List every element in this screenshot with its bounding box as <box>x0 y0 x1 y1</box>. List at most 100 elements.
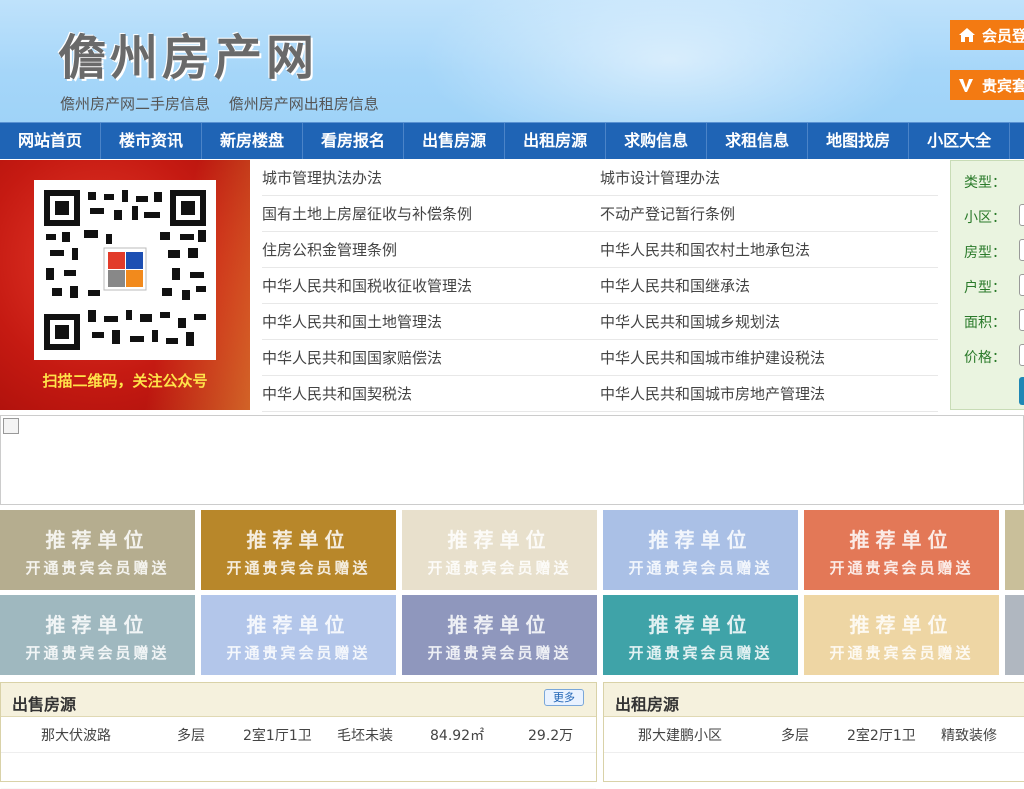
law-row: 国有土地上房屋征收与补偿条例 不动产登记暂行条例 <box>262 196 938 232</box>
community-input[interactable] <box>1019 204 1024 226</box>
law-row: 中华人民共和国税收征收管理法 中华人民共和国继承法 <box>262 268 938 304</box>
recommend-title: 推荐单位 <box>648 528 753 552</box>
listing-area: 84.92㎡ <box>430 727 485 744</box>
member-login-button[interactable]: 会员登 <box>950 20 1024 50</box>
nav-news[interactable]: 楼市资讯 <box>101 123 203 159</box>
search-panel: 类型： 小区： 房型： 户型： 面积： 价格： <box>950 160 1024 410</box>
sale-panel-header: 出售房源 更多 <box>1 683 596 717</box>
broken-image-icon <box>3 418 19 434</box>
law-row: 中华人民共和国土地管理法 中华人民共和国城乡规划法 <box>262 304 938 340</box>
recommend-title: 推荐单位 <box>246 613 351 637</box>
recommend-title: 推荐单位 <box>849 528 954 552</box>
rent-listings-panel: 出租房源 那大建鹏小区 多层 2室2厅1卫 精致装修 <box>603 682 1024 782</box>
recommend-subtitle: 开通贵宾会员赠送 <box>25 644 170 662</box>
law-link[interactable]: 中华人民共和国城市房地产管理法 <box>600 383 938 404</box>
layout-select[interactable] <box>1019 274 1024 296</box>
nav-wanted-buy[interactable]: 求购信息 <box>606 123 708 159</box>
recommend-subtitle: 开通贵宾会员赠送 <box>628 559 773 577</box>
law-link[interactable]: 中华人民共和国税收征收管理法 <box>262 275 600 296</box>
recommend-slot[interactable]: 推荐单位 开通贵宾会员赠送 <box>402 595 597 675</box>
nav-communities[interactable]: 小区大全 <box>909 123 1011 159</box>
recommend-slot[interactable]: 推荐单位 开通贵宾会员赠送 <box>402 510 597 590</box>
listing-location[interactable]: 那大建鹏小区 <box>638 725 781 745</box>
layout-label: 户型： <box>964 280 1006 296</box>
recommend-slot[interactable] <box>1005 595 1024 675</box>
recommend-slot[interactable]: 推荐单位 开通贵宾会员赠送 <box>603 510 798 590</box>
recommend-title: 推荐单位 <box>45 528 150 552</box>
recommend-subtitle: 开通贵宾会员赠送 <box>628 644 773 662</box>
law-link[interactable]: 中华人民共和国城市维护建设税法 <box>600 347 938 368</box>
recommend-slot[interactable]: 推荐单位 开通贵宾会员赠送 <box>804 595 999 675</box>
search-button[interactable] <box>1019 377 1024 405</box>
sale-listings-panel: 出售房源 更多 那大伏波路 多层 2室1厅1卫 毛坯未装 84.92㎡ 29.2… <box>0 682 597 789</box>
nav-more[interactable]: 中 <box>1010 123 1024 159</box>
recommend-title: 推荐单位 <box>45 613 150 637</box>
law-link[interactable]: 中华人民共和国国家赔偿法 <box>262 347 600 368</box>
listing-decoration: 精致装修 <box>941 727 997 744</box>
header-glow <box>420 0 920 122</box>
law-link[interactable]: 国有土地上房屋征收与补偿条例 <box>262 203 600 224</box>
listing-location[interactable]: 那大伏波路 <box>41 725 177 745</box>
recommend-subtitle: 开通贵宾会员赠送 <box>829 559 974 577</box>
nav-wanted-rent[interactable]: 求租信息 <box>707 123 809 159</box>
recommend-slot[interactable] <box>1005 510 1024 590</box>
law-link[interactable]: 中华人民共和国城乡规划法 <box>600 311 938 332</box>
listing-price: 29.2万 <box>528 727 574 744</box>
law-link[interactable]: 中华人民共和国继承法 <box>600 275 938 296</box>
law-link[interactable]: 城市设计管理办法 <box>600 167 938 188</box>
listing-building-type: 多层 <box>781 727 809 744</box>
nav-viewing-signup[interactable]: 看房报名 <box>303 123 405 159</box>
recommend-subtitle: 开通贵宾会员赠送 <box>25 559 170 577</box>
site-title[interactable]: 儋州房产网 <box>58 18 318 88</box>
nav-for-sale[interactable]: 出售房源 <box>404 123 506 159</box>
price-label: 价格： <box>964 350 1006 366</box>
law-link[interactable]: 中华人民共和国农村土地承包法 <box>600 239 938 260</box>
vip-package-button[interactable]: 贵宾套 <box>950 70 1024 100</box>
secondhand-link[interactable]: 儋州房产网二手房信息 <box>60 95 210 113</box>
house-type-select[interactable] <box>1019 239 1024 261</box>
site-header: 儋州房产网 儋州房产网二手房信息 儋州房产网出租房信息 会员登 贵宾套 <box>0 0 1024 122</box>
recommend-title: 推荐单位 <box>648 613 753 637</box>
table-row[interactable]: 那大建鹏小区 多层 2室2厅1卫 精致装修 <box>604 717 1024 753</box>
ad-banner[interactable] <box>0 415 1024 505</box>
law-link[interactable]: 城市管理执法办法 <box>262 167 600 188</box>
recommend-slot[interactable]: 推荐单位 开通贵宾会员赠送 <box>201 510 396 590</box>
listing-building-type: 多层 <box>177 727 205 744</box>
law-list: 城市管理执法办法 城市设计管理办法 国有土地上房屋征收与补偿条例 不动产登记暂行… <box>262 160 938 412</box>
nav-map-search[interactable]: 地图找房 <box>808 123 910 159</box>
area-select[interactable] <box>1019 309 1024 331</box>
qr-banner[interactable]: 扫描二维码，关注公众号 <box>0 160 250 410</box>
listing-layout: 2室2厅1卫 <box>847 727 916 744</box>
listing-layout: 2室1厅1卫 <box>243 727 312 744</box>
recommend-slot[interactable]: 推荐单位 开通贵宾会员赠送 <box>0 510 195 590</box>
recommend-title: 推荐单位 <box>849 613 954 637</box>
type-label: 类型： <box>964 175 1006 191</box>
nav-for-rent[interactable]: 出租房源 <box>505 123 607 159</box>
recommend-subtitle: 开通贵宾会员赠送 <box>226 559 371 577</box>
sale-more-button[interactable]: 更多 <box>544 689 584 706</box>
table-row[interactable]: 那大伏波路 多层 2室1厅1卫 毛坯未装 84.92㎡ 29.2万 <box>1 717 596 753</box>
law-row: 城市管理执法办法 城市设计管理办法 <box>262 160 938 196</box>
recommend-title: 推荐单位 <box>447 613 552 637</box>
recommend-slot[interactable]: 推荐单位 开通贵宾会员赠送 <box>804 510 999 590</box>
recommend-title: 推荐单位 <box>447 528 552 552</box>
price-select[interactable] <box>1019 344 1024 366</box>
rental-link[interactable]: 儋州房产网出租房信息 <box>229 95 379 113</box>
recommend-slot[interactable]: 推荐单位 开通贵宾会员赠送 <box>201 595 396 675</box>
nav-new-homes[interactable]: 新房楼盘 <box>202 123 304 159</box>
law-link[interactable]: 中华人民共和国契税法 <box>262 383 600 404</box>
vip-package-label: 贵宾套 <box>982 76 1024 95</box>
law-link[interactable]: 中华人民共和国土地管理法 <box>262 311 600 332</box>
recommend-slot[interactable]: 推荐单位 开通贵宾会员赠送 <box>603 595 798 675</box>
law-link[interactable]: 不动产登记暂行条例 <box>600 203 938 224</box>
nav-home[interactable]: 网站首页 <box>0 123 102 159</box>
table-row[interactable] <box>1 753 596 789</box>
recommend-slot[interactable]: 推荐单位 开通贵宾会员赠送 <box>0 595 195 675</box>
rent-panel-title[interactable]: 出租房源 <box>615 691 679 715</box>
header-sub-links: 儋州房产网二手房信息 儋州房产网出租房信息 <box>60 93 393 114</box>
sale-panel-title[interactable]: 出售房源 <box>12 691 76 715</box>
listing-decoration: 毛坯未装 <box>337 727 393 744</box>
law-link[interactable]: 住房公积金管理条例 <box>262 239 600 260</box>
member-login-label: 会员登 <box>982 26 1024 45</box>
area-label: 面积： <box>964 315 1006 331</box>
